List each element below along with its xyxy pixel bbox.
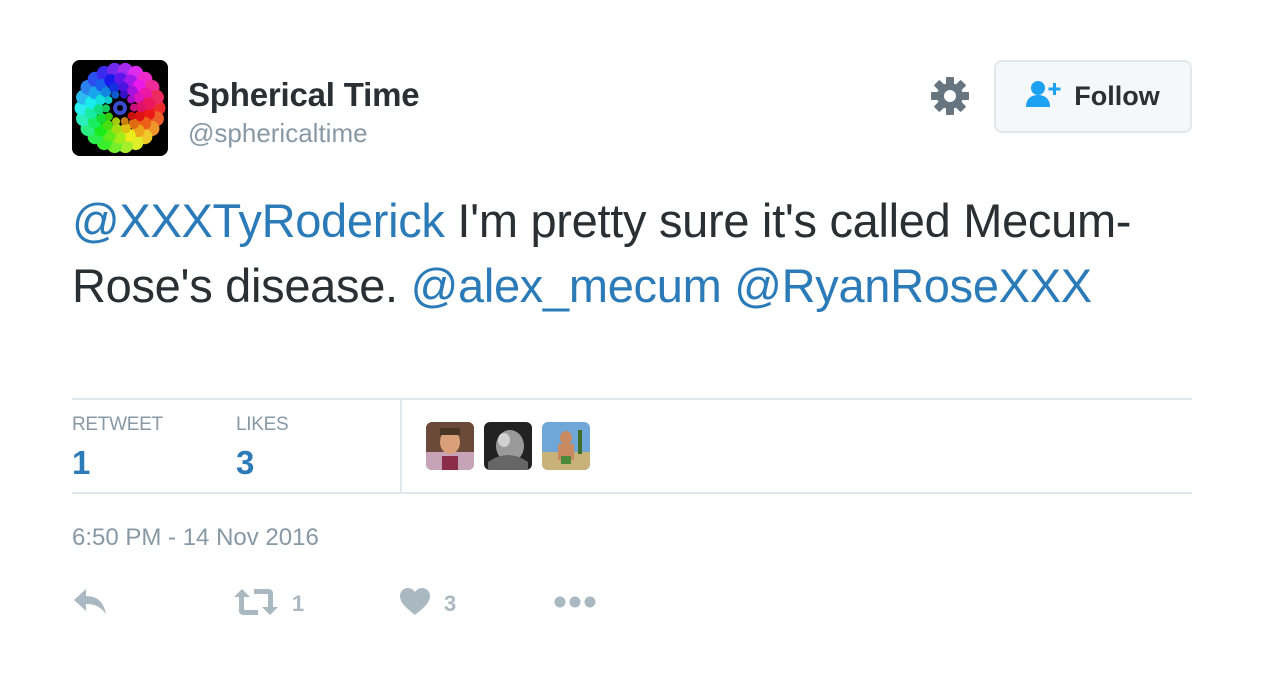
liker-avatar[interactable] [426,422,474,470]
retweet-stat-value: 1 [72,444,91,481]
likes-stat-value: 3 [236,444,255,481]
tweet-stats: RETWEET 1 LIKES 3 [72,398,1192,494]
tweet-text: @XXXTyRoderick I'm pretty sure it's call… [72,188,1192,318]
more-icon [554,595,596,614]
like-button[interactable]: 3 [400,584,456,624]
likes-stat[interactable]: LIKES 3 [236,414,289,482]
author-display-name[interactable]: Spherical Time [188,76,420,114]
retweet-icon [234,587,278,622]
follow-button[interactable]: Follow [994,60,1192,133]
reply-icon [72,587,110,622]
tweet-actions: 1 3 [72,584,672,628]
heart-icon [400,587,430,621]
stats-divider [400,400,402,492]
liker-avatar[interactable] [542,422,590,470]
tweet-timestamp[interactable]: 6:50 PM - 14 Nov 2016 [72,524,319,552]
mention-link[interactable]: @XXXTyRoderick [72,194,445,247]
retweet-stat[interactable]: RETWEET 1 [72,414,163,482]
author-handle[interactable]: @sphericaltime [188,118,368,149]
more-button[interactable] [554,584,596,624]
add-user-icon [1026,80,1062,113]
mention-link[interactable]: @RyanRoseXXX [734,259,1092,312]
gear-icon[interactable] [930,76,970,116]
author-avatar[interactable] [72,60,168,156]
tweet-text-segment [721,259,734,312]
liker-avatar[interactable] [484,422,532,470]
retweet-count: 1 [292,591,305,616]
likes-stat-label: LIKES [236,414,289,435]
mention-link[interactable]: @alex_mecum [411,259,722,312]
retweet-stat-label: RETWEET [72,414,163,435]
like-count: 3 [444,591,457,616]
follow-button-label: Follow [1074,81,1160,111]
reply-button[interactable] [72,584,110,624]
retweet-button[interactable]: 1 [234,584,304,624]
rainbow-spheres-avatar [72,60,168,156]
